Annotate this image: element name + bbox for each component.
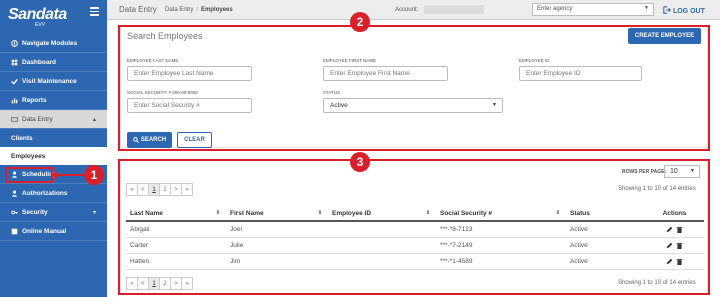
sidebar-item-employees[interactable]: Employees xyxy=(0,147,107,165)
account-label: Account: xyxy=(395,6,419,13)
check-icon xyxy=(11,78,18,85)
sidebar-item-clients[interactable]: Clients xyxy=(0,129,107,147)
sidebar-item-visit-maintenance[interactable]: Visit Maintenance xyxy=(0,72,107,91)
callout-box-2 xyxy=(118,25,710,151)
sidebar-item-navigate-modules[interactable]: Navigate Modules xyxy=(0,34,107,53)
grid-icon xyxy=(11,228,18,234)
bar-chart-icon xyxy=(11,97,18,103)
keyboard-icon xyxy=(11,116,18,122)
page-title: Data Entry xyxy=(119,5,157,14)
sidebar-item-label: Employees xyxy=(11,152,46,160)
top-bar: Data Entry Data Entry / Employees Account:… xyxy=(107,0,720,20)
callout-badge-1: 1 xyxy=(84,165,104,185)
logout-label: LOG OUT xyxy=(672,7,705,15)
chevron-up-icon: ▲ xyxy=(92,117,97,123)
sidebar-item-label: Navigate Modules xyxy=(22,39,78,47)
callout-box-1 xyxy=(5,167,53,183)
sidebar-item-security[interactable]: Security ▼ xyxy=(0,203,107,222)
compass-icon xyxy=(11,39,18,47)
brand-sub: EVV xyxy=(35,22,46,28)
dashboard-icon xyxy=(11,59,18,65)
sidebar-item-online-manual[interactable]: Online Manual xyxy=(0,222,107,241)
agency-select[interactable]: Enter agency ▼ xyxy=(532,3,654,16)
sidebar-item-data-entry[interactable]: Data Entry ▲ xyxy=(0,110,107,129)
breadcrumb-item[interactable]: Data Entry xyxy=(165,7,193,13)
sidebar-item-label: Visit Maintenance xyxy=(22,77,77,85)
sidebar-item-label: Security xyxy=(22,208,48,216)
sidebar-item-label: Dashboard xyxy=(22,58,56,66)
logout-button[interactable]: LOG OUT xyxy=(663,5,705,15)
logout-icon xyxy=(663,5,671,14)
sidebar-item-authorizations[interactable]: Authorizations xyxy=(0,184,107,203)
sidebar: Sandata EVV Navigate Modules Dashboard V… xyxy=(0,0,107,297)
sidebar-item-dashboard[interactable]: Dashboard xyxy=(0,53,107,72)
sidebar-item-reports[interactable]: Reports xyxy=(0,91,107,110)
chevron-down-icon: ▼ xyxy=(92,210,97,216)
callout-badge-3: 3 xyxy=(350,152,370,172)
sidebar-item-label: Clients xyxy=(11,134,33,142)
sidebar-nav: Navigate Modules Dashboard Visit Mainten… xyxy=(0,34,107,241)
sidebar-item-label: Reports xyxy=(22,96,47,104)
callout-badge-2: 2 xyxy=(350,12,370,32)
menu-icon[interactable] xyxy=(90,7,99,16)
callout-arrow-icon xyxy=(50,171,86,179)
brand-logo[interactable]: Sandata EVV xyxy=(0,0,107,30)
key-icon xyxy=(11,210,18,214)
chevron-down-icon: ▼ xyxy=(644,5,649,11)
sidebar-item-label: Online Manual xyxy=(22,227,67,235)
user-icon xyxy=(11,190,18,197)
agency-placeholder: Enter agency xyxy=(537,6,573,12)
account-value-redacted xyxy=(424,5,484,14)
callout-box-3 xyxy=(118,159,710,295)
breadcrumb: Data Entry / Employees xyxy=(165,6,233,13)
sidebar-item-label: Authorizations xyxy=(22,189,68,197)
breadcrumb-current: Employees xyxy=(201,6,233,13)
sidebar-item-label: Data Entry xyxy=(22,115,53,123)
